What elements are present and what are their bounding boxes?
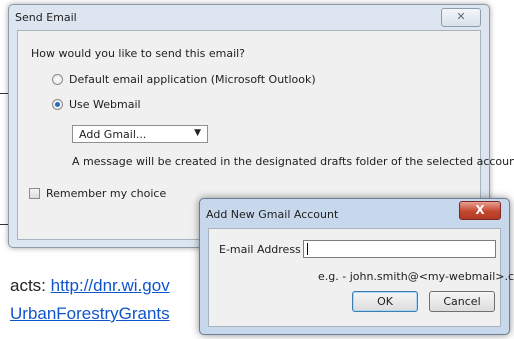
background-contacts-link[interactable]: http://dnr.wi.gov xyxy=(51,276,170,295)
cancel-button[interactable]: Cancel xyxy=(429,291,495,312)
webmail-account-value: Add Gmail... xyxy=(79,128,147,141)
add-gmail-body: E-mail Address e.g. - john.smith@<my-web… xyxy=(208,228,514,327)
email-address-label: E-mail Address xyxy=(219,243,301,256)
send-email-title: Send Email xyxy=(15,11,77,24)
option-webmail[interactable]: Use Webmail xyxy=(52,98,141,111)
email-address-input[interactable] xyxy=(303,240,496,258)
add-gmail-close-button[interactable]: X xyxy=(459,201,501,220)
ok-button[interactable]: OK xyxy=(352,291,418,312)
send-email-close-button[interactable]: ✕ xyxy=(441,8,481,27)
send-email-question: How would you like to send this email? xyxy=(31,47,246,60)
remember-choice-checkbox[interactable] xyxy=(29,188,40,199)
add-gmail-dialog: Add New Gmail Account X E-mail Address e… xyxy=(199,198,514,335)
background-text: acts: http://dnr.wi.gov UrbanForestryGra… xyxy=(10,272,170,328)
close-icon: X xyxy=(475,203,485,217)
text-cursor xyxy=(307,243,308,255)
add-gmail-title: Add New Gmail Account xyxy=(206,208,339,221)
radio-default-app[interactable] xyxy=(52,74,63,85)
background-grants-link[interactable]: UrbanForestryGrants xyxy=(10,304,170,323)
webmail-account-select[interactable]: Add Gmail... ▼ xyxy=(72,125,208,143)
drafts-note: A message will be created in the designa… xyxy=(72,155,514,168)
close-icon: ✕ xyxy=(456,10,466,23)
email-hint: e.g. - john.smith@<my-webmail>.com xyxy=(318,270,514,283)
remember-choice[interactable]: Remember my choice xyxy=(29,187,166,200)
option-webmail-label: Use Webmail xyxy=(69,98,141,111)
background-contacts-prefix: acts: xyxy=(10,276,51,295)
option-default-app-label: Default email application (Microsoft Out… xyxy=(69,73,316,86)
radio-webmail[interactable] xyxy=(52,99,63,110)
chevron-down-icon: ▼ xyxy=(194,128,201,138)
remember-choice-label: Remember my choice xyxy=(46,187,167,200)
option-default-app[interactable]: Default email application (Microsoft Out… xyxy=(52,73,316,86)
